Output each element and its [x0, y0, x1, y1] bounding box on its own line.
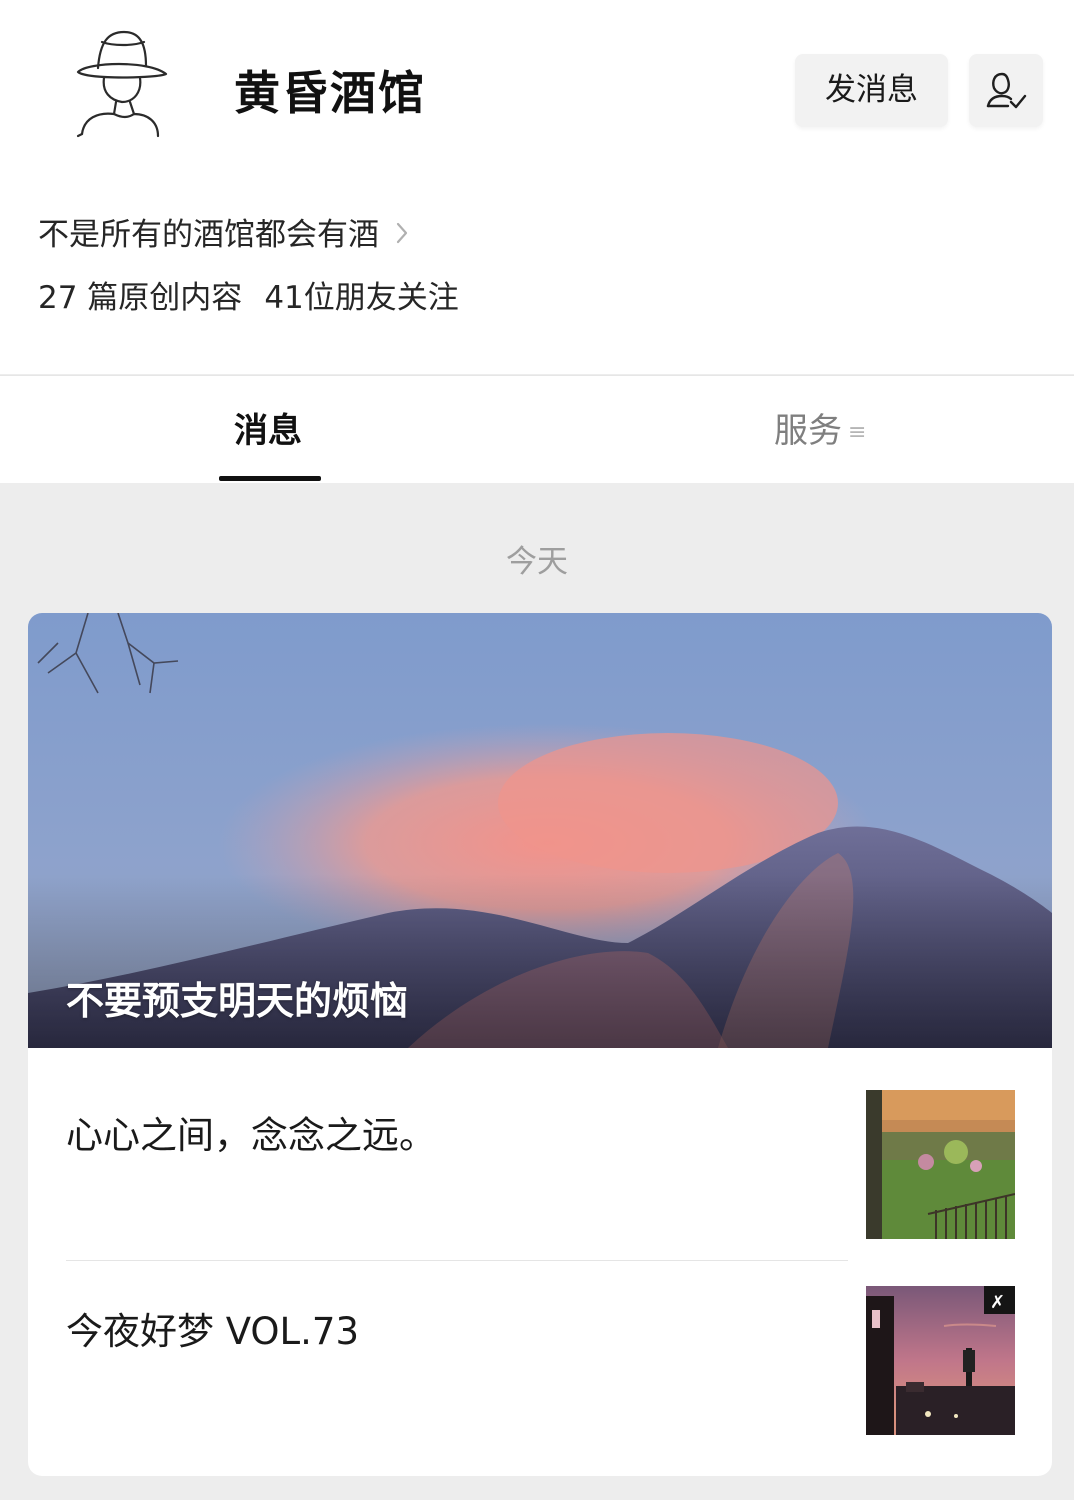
description-text: 不是所有的酒馆都会有酒 — [38, 217, 379, 253]
tab-messages[interactable]: 消息 — [234, 406, 302, 456]
tab-messages-label: 消息 — [234, 411, 302, 451]
person-check-icon — [986, 72, 1027, 109]
hat-figure-avatar-icon — [76, 30, 168, 138]
article-title: 心心之间，念念之远。 — [66, 1114, 436, 1157]
list-item[interactable]: 心心之间，念念之远。 — [28, 1048, 1052, 1244]
tab-services[interactable]: 服务 ≡ — [774, 406, 866, 458]
account-name: 黄昏酒馆 — [234, 66, 426, 120]
list-item[interactable]: 今夜好梦 VOL.73 ✗ — [28, 1244, 1052, 1440]
avatar[interactable] — [58, 22, 186, 146]
article-thumbnail — [866, 1090, 1015, 1239]
cover-article[interactable]: 不要预支明天的烦恼 — [28, 613, 1052, 1048]
menu-lines-icon: ≡ — [848, 419, 867, 445]
message-card: 不要预支明天的烦恼 心心之间，念念之远。 今夜好梦 VOL.73 ✗ — [28, 613, 1052, 1476]
svg-text:✗: ✗ — [990, 1292, 1005, 1313]
original-articles-count: 27 篇原创内容 — [38, 280, 243, 316]
send-message-button[interactable]: 发消息 — [795, 54, 948, 127]
article-title: 今夜好梦 VOL.73 — [66, 1310, 360, 1353]
chevron-right-icon — [395, 212, 409, 258]
tab-bar: 消息 服务 ≡ — [0, 375, 1074, 483]
followers-count: 41位朋友关注 — [264, 280, 459, 316]
active-tab-indicator — [219, 476, 321, 481]
date-separator: 今天 — [506, 544, 568, 580]
cover-article-title: 不要预支明天的烦恼 — [66, 979, 409, 1023]
article-thumbnail: ✗ — [866, 1286, 1015, 1435]
tab-services-label: 服务 — [774, 411, 842, 451]
follow-status-button[interactable] — [969, 54, 1043, 127]
profile-header: 黄昏酒馆 发消息 不是所有的酒馆都会有酒 27 篇原创内容 41位朋友关注 — [0, 0, 1074, 374]
account-description[interactable]: 不是所有的酒馆都会有酒 — [38, 212, 409, 258]
account-stats: 27 篇原创内容 41位朋友关注 — [38, 275, 459, 321]
